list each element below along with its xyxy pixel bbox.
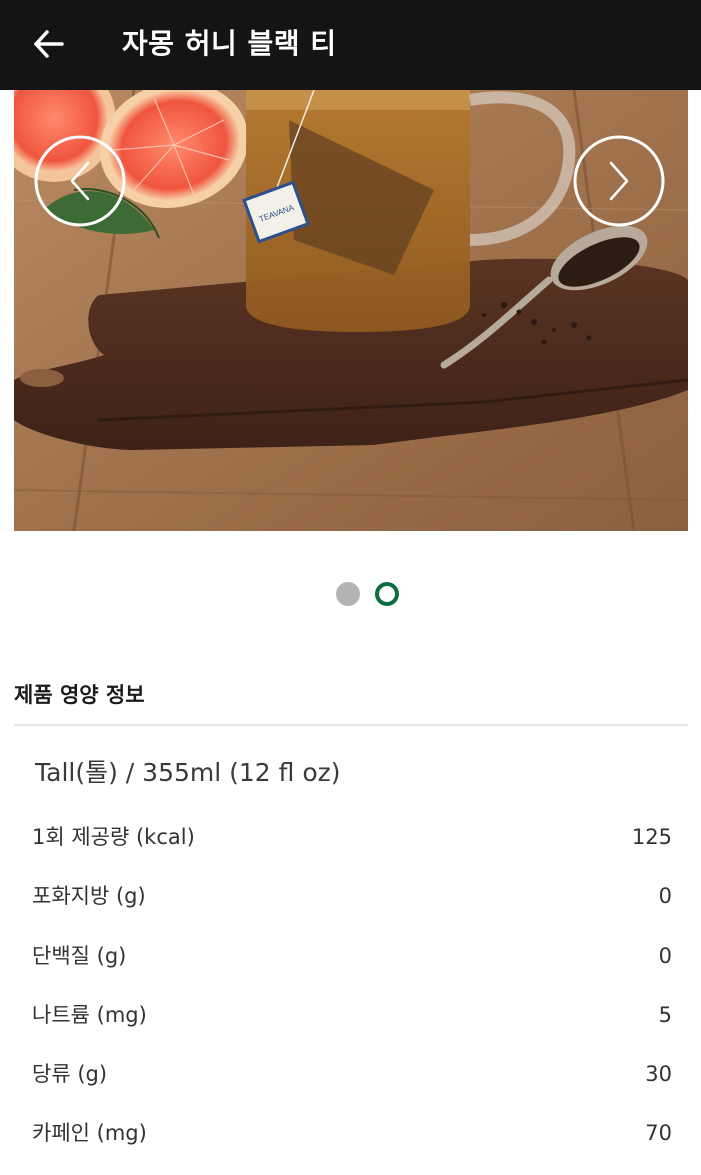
nutrition-label: 포화지방 (g) — [32, 884, 146, 908]
nutrition-row-caffeine: 카페인 (mg) 70 — [32, 1117, 672, 1149]
carousel-pagination — [0, 580, 701, 608]
nutrition-row-sodium: 나트륨 (mg) 5 — [32, 999, 672, 1031]
nutrition-label: 카페인 (mg) — [32, 1121, 147, 1145]
nutrition-label: 1회 제공량 (kcal) — [32, 825, 195, 849]
nutrition-value: 30 — [645, 1062, 672, 1086]
nutrition-row-sugar: 당류 (g) 30 — [32, 1058, 672, 1090]
back-button[interactable] — [28, 22, 72, 66]
nutrition-row-kcal: 1회 제공량 (kcal) 125 — [32, 821, 672, 853]
pagination-dot-1[interactable] — [336, 582, 360, 606]
carousel-prev-button[interactable] — [34, 135, 126, 227]
pagination-dot-2-active[interactable] — [375, 582, 399, 606]
nutrition-section-title: 제품 영양 정보 — [14, 683, 145, 707]
section-divider — [14, 724, 688, 726]
nutrition-label: 당류 (g) — [32, 1062, 108, 1086]
arrow-left-icon — [34, 30, 64, 58]
nutrition-value: 70 — [645, 1121, 672, 1145]
chevron-left-icon — [34, 135, 126, 227]
nutrition-value: 125 — [631, 825, 672, 849]
carousel-next-button[interactable] — [573, 135, 665, 227]
chevron-right-icon — [573, 135, 665, 227]
nutrition-value: 0 — [658, 944, 672, 968]
nutrition-row-saturated-fat: 포화지방 (g) 0 — [32, 880, 672, 912]
product-detail-screen: 자몽 허니 블랙 티 TEAVANA 제품 영양 정보 Tall(톨) / 35… — [0, 0, 701, 1175]
nutrition-value: 0 — [658, 884, 672, 908]
nutrition-label: 나트륨 (mg) — [32, 1003, 147, 1027]
page-title: 자몽 허니 블랙 티 — [122, 27, 337, 60]
serving-size-label: Tall(톨) / 355ml (12 fl oz) — [35, 758, 341, 787]
nutrition-row-protein: 단백질 (g) 0 — [32, 940, 672, 972]
top-app-bar: 자몽 허니 블랙 티 — [0, 0, 701, 90]
nutrition-label: 단백질 (g) — [32, 944, 127, 968]
nutrition-value: 5 — [658, 1003, 672, 1027]
product-image-carousel[interactable]: TEAVANA — [14, 90, 688, 531]
